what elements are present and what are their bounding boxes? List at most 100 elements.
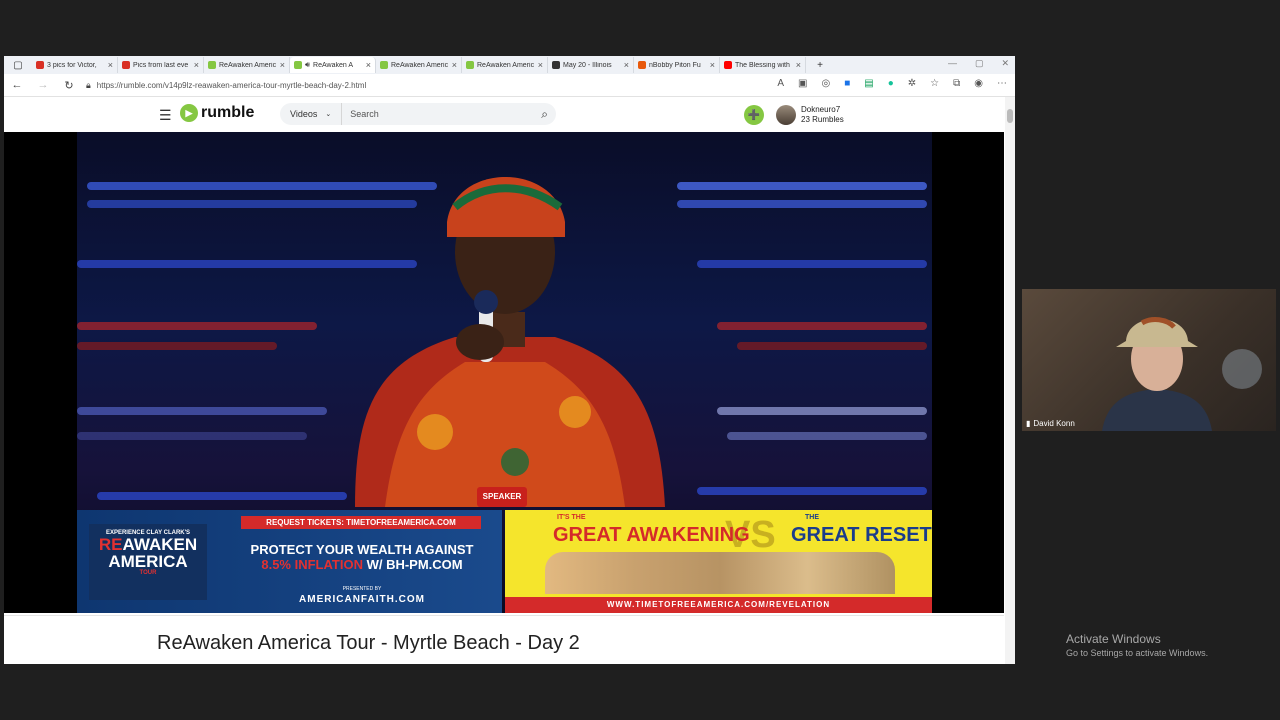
search-category-select[interactable]: Videos ⌄: [280, 103, 343, 125]
tab-favicon-icon: [208, 61, 216, 69]
tab-title: 3 pics for Victor,: [47, 61, 97, 69]
great-reset-text: GREAT RESET: [791, 524, 932, 546]
video-title: ReAwaken America Tour - Myrtle Beach - D…: [157, 632, 580, 654]
grammarly-icon[interactable]: ●: [888, 78, 894, 89]
search-input[interactable]: Search: [350, 109, 541, 119]
tab-title: ReAwaken A: [313, 61, 353, 69]
lamp: [1222, 349, 1262, 389]
tab-title: ReAwaken Americ: [477, 61, 535, 69]
extension-icon[interactable]: ■: [844, 78, 850, 89]
its-the-text: IT'S THE: [557, 514, 586, 521]
signal-icon: ▮: [1026, 419, 1031, 428]
browser-tab[interactable]: Pics from last eve ×: [118, 57, 204, 73]
tab-title: Pics from last eve: [133, 61, 189, 69]
extensions-icon[interactable]: ✲: [908, 78, 916, 89]
tab-close-icon[interactable]: ×: [280, 60, 285, 70]
rumble-page: ☰ ▶ rumble Videos ⌄ Search ⌕ ➕ Dokneuro7…: [4, 97, 1015, 664]
browser-tab[interactable]: nBobby Piton Fu ×: [634, 57, 720, 73]
speaker-icon[interactable]: 🔊︎: [305, 60, 310, 70]
tab-close-icon[interactable]: ×: [194, 60, 199, 70]
rumble-logo[interactable]: ▶ rumble: [180, 104, 254, 122]
page-scrollbar[interactable]: [1005, 97, 1015, 664]
speaker-figure: [355, 177, 665, 507]
revelation-link[interactable]: WWW.TIMETOFREEAMERICA.COM/REVELATION: [505, 597, 932, 613]
banner-left[interactable]: EXPERIENCE CLAY CLARK'S REAWAKEN AMERICA…: [77, 510, 502, 613]
close-window-icon[interactable]: ✕: [1001, 58, 1009, 69]
tickets-link[interactable]: REQUEST TICKETS: TIMETOFREEAMERICA.COM: [241, 516, 481, 529]
search-bar: Videos ⌄ Search ⌕: [280, 103, 556, 125]
browser-tab[interactable]: ReAwaken Americ ×: [376, 57, 462, 73]
tab-title: The Blessing with: [735, 61, 790, 69]
scrollbar-thumb[interactable]: [1007, 109, 1013, 123]
activate-subtitle: Go to Settings to activate Windows.: [1066, 648, 1209, 658]
tracking-icon[interactable]: ◎: [821, 78, 830, 89]
tab-list: 3 pics for Victor, × Pics from last eve × Re…: [32, 57, 806, 73]
sponsor-link[interactable]: AMERICANFAITH.COM: [227, 594, 497, 605]
tab-close-icon[interactable]: ×: [108, 60, 113, 70]
logo-text: rumble: [201, 104, 255, 121]
new-tab-button[interactable]: +: [806, 60, 834, 71]
tab-title: ReAwaken Americ: [219, 61, 277, 69]
tab-title: May 20 - Illinois: [563, 61, 612, 69]
browser-toolbar: A ▣ ◎ ■ ▤ ● ✲ ☆ ⧉ ◉ ⋯: [777, 78, 1007, 89]
back-icon[interactable]: ←: [4, 79, 30, 91]
chevron-down-icon: ⌄: [325, 111, 332, 118]
tab-favicon-icon: [36, 61, 44, 69]
tab-close-icon[interactable]: ×: [796, 60, 801, 70]
participant-name: ▮ David Konn: [1026, 419, 1075, 428]
tab-favicon-icon: [552, 61, 560, 69]
rumbles-count: 23 Rumbles: [801, 115, 844, 124]
activate-windows-watermark: Activate Windows Go to Settings to activ…: [1066, 632, 1208, 658]
search-icon[interactable]: ⌕: [541, 107, 548, 122]
participant-name-text: David Konn: [1033, 419, 1075, 428]
upload-video-icon[interactable]: ➕: [744, 105, 764, 125]
browser-tab[interactable]: The Blessing with ×: [720, 57, 806, 73]
tab-close-icon[interactable]: ×: [624, 60, 629, 70]
avatar[interactable]: [776, 105, 796, 125]
reawaken-america-logo: EXPERIENCE CLAY CLARK'S REAWAKEN AMERICA…: [89, 524, 207, 600]
maximize-icon[interactable]: ▢: [975, 58, 984, 69]
tab-close-icon[interactable]: ×: [710, 60, 715, 70]
browser-tab[interactable]: May 20 - Illinois ×: [548, 57, 634, 73]
url-field[interactable]: https://rumble.com/v14p9lz-reawaken-amer…: [97, 81, 366, 90]
tab-title: nBobby Piton Fu: [649, 61, 701, 69]
browser-tab[interactable]: 🔊︎ ReAwaken A ×: [290, 57, 376, 73]
profile-icon[interactable]: ◉: [974, 78, 983, 89]
read-aloud-icon[interactable]: A: [777, 78, 784, 89]
logo-tour: TOUR: [139, 570, 157, 576]
webcam-tile[interactable]: ▮ David Konn: [1022, 289, 1276, 431]
app-icon[interactable]: ▣: [798, 78, 807, 89]
video-player[interactable]: SPEAKER EXPERIENCE CLAY CLARK'S REAWAKEN…: [4, 132, 1004, 613]
forward-icon[interactable]: →: [30, 79, 56, 91]
refresh-icon[interactable]: ↻: [56, 79, 82, 92]
collections-icon[interactable]: ⧉: [953, 78, 960, 89]
lock-icon: 🔒︎: [86, 79, 91, 90]
tab-actions-icon[interactable]: ▢: [4, 60, 32, 71]
minimize-icon[interactable]: —: [948, 58, 957, 69]
address-bar: ← → ↻ 🔒︎ https://rumble.com/v14p9lz-reaw…: [4, 74, 1015, 97]
video-frame[interactable]: SPEAKER EXPERIENCE CLAY CLARK'S REAWAKEN…: [77, 132, 932, 613]
banner-right[interactable]: IT'S THE THE VS GREAT AWAKENING GREAT RE…: [505, 510, 932, 613]
sheets-icon[interactable]: ▤: [864, 78, 873, 89]
faces-collage: [545, 552, 895, 594]
user-info[interactable]: Dokneuro7 23 Rumbles: [801, 105, 844, 125]
tab-close-icon[interactable]: ×: [538, 60, 543, 70]
browser-window: ▢ 3 pics for Victor, × Pics from last eve ×…: [4, 56, 1015, 664]
more-icon[interactable]: ⋯: [997, 78, 1007, 89]
tab-bar: ▢ 3 pics for Victor, × Pics from last eve ×…: [4, 56, 1015, 74]
tab-close-icon[interactable]: ×: [366, 60, 371, 70]
browser-tab[interactable]: ReAwaken Americ ×: [204, 57, 290, 73]
speaker-badge: SPEAKER: [477, 487, 527, 507]
browser-tab[interactable]: 3 pics for Victor, ×: [32, 57, 118, 73]
tab-close-icon[interactable]: ×: [452, 60, 457, 70]
menu-icon[interactable]: ☰: [159, 107, 172, 124]
video-title-area: ReAwaken America Tour - Myrtle Beach - D…: [4, 615, 1004, 664]
webcam-person: [1102, 317, 1212, 431]
search-category-label: Videos: [290, 109, 318, 119]
username: Dokneuro7: [801, 105, 841, 114]
browser-tab[interactable]: ReAwaken Americ ×: [462, 57, 548, 73]
headline-bhpm: W/ BH-PM.COM: [362, 557, 463, 572]
rumble-play-icon: ▶: [180, 104, 198, 122]
window-controls: — ▢ ✕: [948, 58, 1009, 69]
favorites-icon[interactable]: ☆: [930, 78, 939, 89]
